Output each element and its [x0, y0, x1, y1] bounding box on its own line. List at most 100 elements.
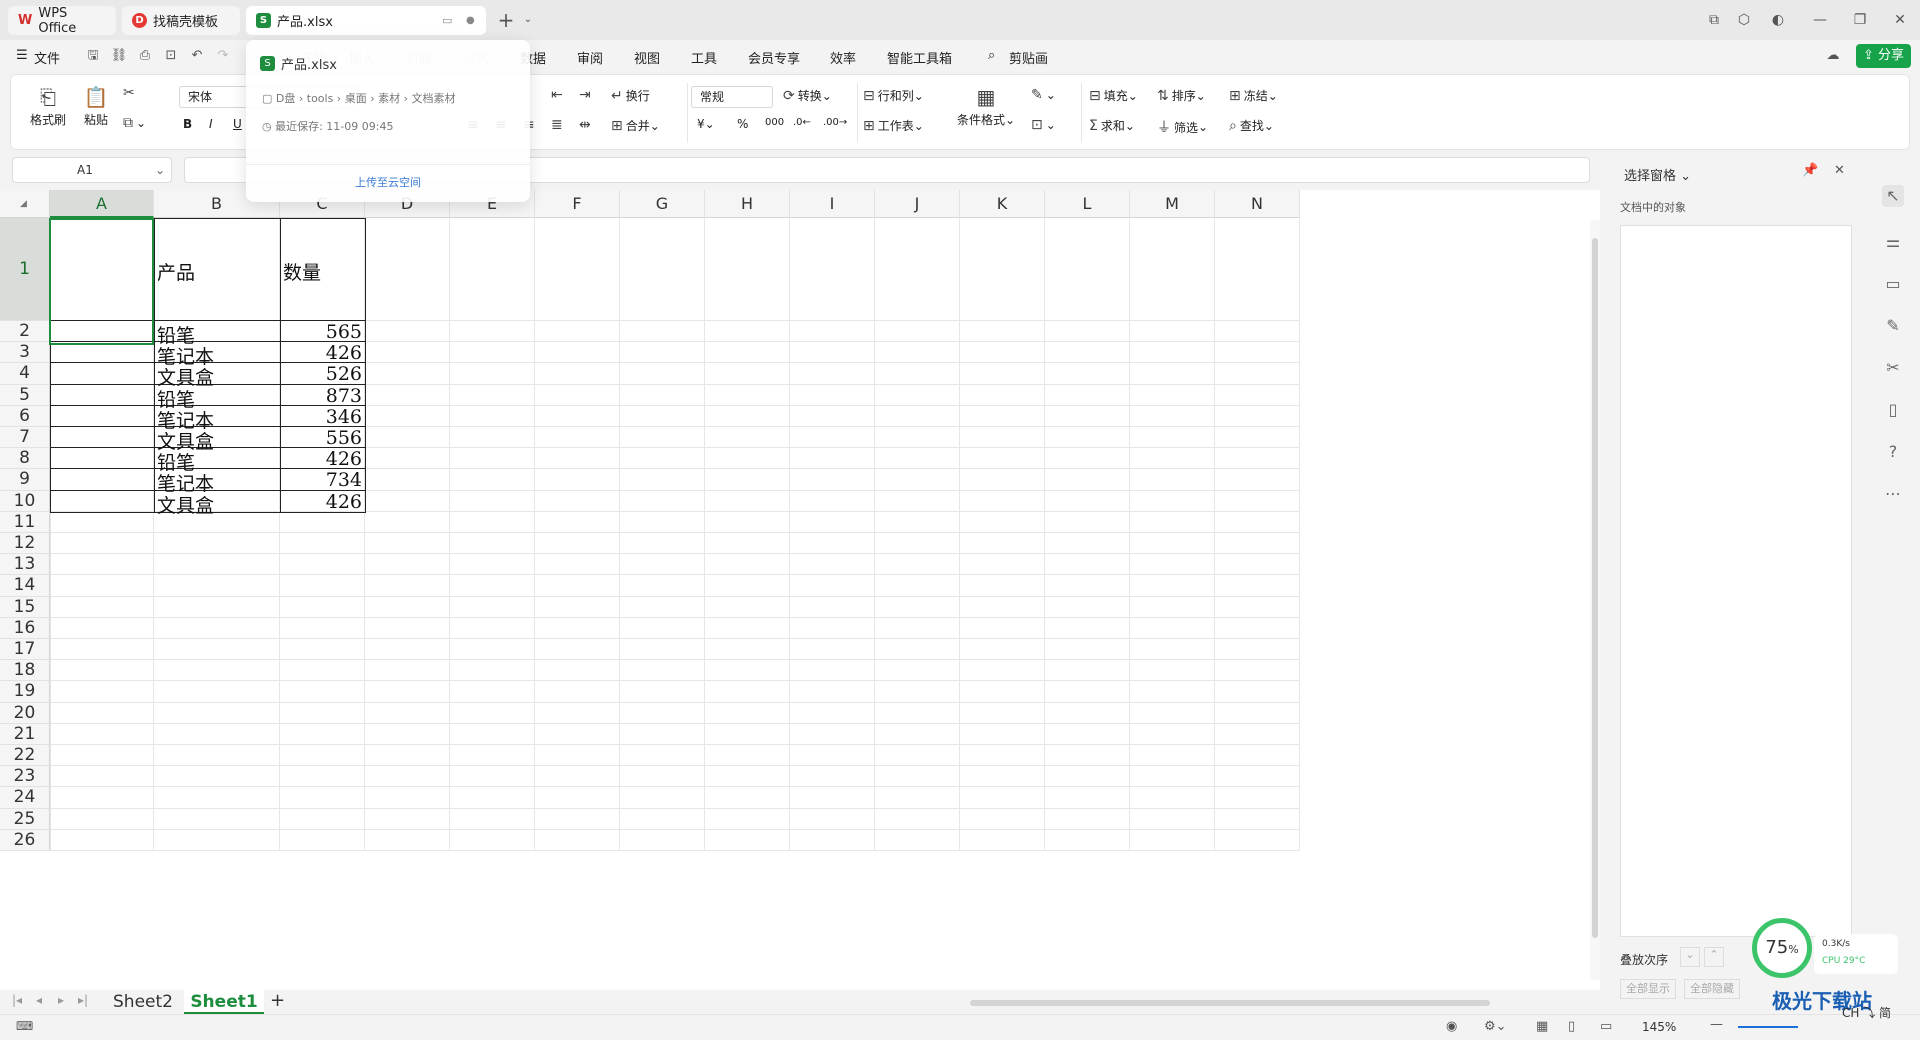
layout-icon[interactable]: ⧉: [1702, 9, 1726, 31]
row-header-8[interactable]: 8: [0, 448, 50, 470]
cell-header-quantity[interactable]: 数量: [283, 258, 362, 285]
sliders-icon[interactable]: ⚌: [1882, 231, 1904, 253]
print-icon[interactable]: ⎙: [136, 47, 154, 65]
row-header-1[interactable]: 1: [0, 218, 50, 321]
zoom-out-icon[interactable]: —: [1710, 1017, 1723, 1032]
conditional-format-button[interactable]: ▦ 条件格式⌄: [955, 83, 1017, 128]
column-header-K[interactable]: K: [960, 190, 1045, 218]
vertical-scrollbar[interactable]: [1590, 220, 1600, 980]
select-arrow-icon[interactable]: ↖: [1882, 185, 1904, 207]
underline-button[interactable]: U: [233, 117, 242, 131]
freeze-button[interactable]: ⊞ 冻结 ⌄: [1229, 87, 1278, 104]
decimal-increase-icon[interactable]: .0←: [793, 117, 811, 128]
row-header-21[interactable]: 21: [0, 723, 50, 745]
minimize-icon[interactable]: —: [1808, 9, 1832, 31]
cell-header-product[interactable]: 产品: [157, 258, 277, 285]
paste-button[interactable]: 📋 粘贴: [77, 83, 115, 128]
redo-icon[interactable]: ↷: [214, 47, 232, 65]
column-header-A[interactable]: A: [50, 190, 154, 218]
cell-quantity[interactable]: 426: [283, 448, 362, 470]
cell-quantity[interactable]: 426: [283, 491, 362, 513]
active-cell-A1[interactable]: [49, 218, 154, 345]
row-header-7[interactable]: 7: [0, 427, 50, 449]
row-header-19[interactable]: 19: [0, 681, 50, 703]
row-header-20[interactable]: 20: [0, 702, 50, 724]
percent-button[interactable]: %: [737, 117, 748, 131]
menu-efficiency[interactable]: 效率: [830, 48, 856, 67]
cpu-gauge[interactable]: 75%: [1752, 918, 1812, 978]
avatar[interactable]: ◐: [1766, 9, 1790, 31]
upload-cloud-link[interactable]: 上传至云空间: [246, 174, 530, 190]
normal-view-icon[interactable]: ▦: [1536, 1019, 1548, 1034]
tools-icon[interactable]: ✂: [1882, 357, 1904, 379]
column-header-I[interactable]: I: [790, 190, 875, 218]
page-break-icon[interactable]: ▭: [1600, 1019, 1612, 1034]
row-header-11[interactable]: 11: [0, 511, 50, 533]
menu-review[interactable]: 审阅: [577, 48, 603, 67]
cell-quantity[interactable]: 526: [283, 363, 362, 385]
row-header-18[interactable]: 18: [0, 660, 50, 682]
row-header-17[interactable]: 17: [0, 639, 50, 661]
copy-icon[interactable]: ⧉ ⌄: [123, 115, 146, 131]
objects-list[interactable]: [1620, 225, 1852, 937]
menu-tools[interactable]: 工具: [691, 48, 717, 67]
print-preview-icon[interactable]: ⊡: [162, 47, 180, 65]
chevron-down-icon[interactable]: ⌄: [516, 9, 540, 31]
italic-button[interactable]: I: [209, 117, 213, 131]
currency-button[interactable]: ¥ ⌄: [697, 117, 715, 131]
cell-quantity[interactable]: 426: [283, 342, 362, 364]
column-header-H[interactable]: H: [705, 190, 790, 218]
undo-icon[interactable]: ↶: [188, 47, 206, 65]
horizontal-scrollbar[interactable]: [970, 1000, 1490, 1006]
convert-button[interactable]: ⟳ 转换 ⌄: [783, 87, 832, 104]
column-header-F[interactable]: F: [535, 190, 620, 218]
menu-member[interactable]: 会员专享: [748, 48, 800, 67]
name-box[interactable]: A1 ⌄: [12, 157, 172, 183]
unsaved-dot-icon[interactable]: ●: [466, 15, 475, 26]
tab-product-xlsx[interactable]: S 产品.xlsx ▭ ●: [246, 6, 486, 35]
select-all-corner[interactable]: ◢: [0, 190, 50, 218]
filter-button[interactable]: ⏚ 筛选 ⌄: [1157, 117, 1208, 137]
zoom-level[interactable]: 145%: [1642, 1020, 1676, 1034]
page-view-icon[interactable]: ▯: [1568, 1019, 1575, 1034]
last-sheet-icon[interactable]: ▸|: [78, 993, 88, 1007]
move-down-icon[interactable]: ⌄: [1680, 947, 1700, 967]
eye-icon[interactable]: ◉: [1446, 1019, 1457, 1034]
column-header-J[interactable]: J: [875, 190, 960, 218]
close-icon[interactable]: ✕: [1888, 9, 1912, 31]
row-header-9[interactable]: 9: [0, 469, 50, 491]
merge-button[interactable]: ⊞ 合并 ⌄: [611, 117, 660, 134]
tab-template[interactable]: D 找稿壳模板: [122, 6, 240, 35]
sheet-tab-sheet2[interactable]: Sheet2: [104, 990, 182, 1014]
prev-sheet-icon[interactable]: ◂: [36, 993, 42, 1007]
thousands-icon[interactable]: 000: [765, 117, 784, 128]
scissors-icon[interactable]: ✂: [123, 85, 138, 101]
bold-button[interactable]: B: [183, 117, 192, 131]
move-up-icon[interactable]: ⌃: [1704, 947, 1724, 967]
link-icon[interactable]: ⛓: [110, 47, 128, 65]
cell-style-icon[interactable]: ✎ ⌄: [1031, 87, 1056, 103]
justify-icon[interactable]: ≣: [551, 117, 566, 133]
column-header-M[interactable]: M: [1130, 190, 1215, 218]
comment-icon[interactable]: ▭: [1882, 273, 1904, 295]
row-header-26[interactable]: 26: [0, 829, 50, 851]
save-icon[interactable]: 🖫: [84, 47, 102, 65]
tab-wps-office[interactable]: W WPS Office: [8, 6, 116, 36]
border-icon[interactable]: ⊡ ⌄: [1031, 117, 1056, 133]
indent-increase-icon[interactable]: ⇥: [579, 87, 594, 103]
cell-product[interactable]: 文具盒: [157, 491, 277, 518]
sort-button[interactable]: ⇅ 排序 ⌄: [1157, 87, 1206, 104]
spreadsheet-grid[interactable]: ◢ ABCDEFGHIJKLMN 1 2 3 4 5 6 7 8 9 10 11 12 13 14 15 16…: [0, 190, 1600, 990]
cell-quantity[interactable]: 873: [283, 385, 362, 407]
row-header-14[interactable]: 14: [0, 575, 50, 597]
column-header-N[interactable]: N: [1215, 190, 1300, 218]
restore-icon[interactable]: ❐: [1848, 9, 1872, 31]
search-clipart[interactable]: 剪贴画: [1009, 48, 1048, 67]
monitor-icon[interactable]: ▭: [442, 14, 452, 27]
ime-indicator[interactable]: CH ⤵ 简: [1842, 1004, 1891, 1021]
row-header-13[interactable]: 13: [0, 554, 50, 576]
scroll-thumb[interactable]: [1592, 238, 1598, 938]
indent-decrease-icon[interactable]: ⇤: [551, 87, 566, 103]
rows-cols-button[interactable]: ⊟ 行和列 ⌄: [863, 87, 924, 104]
search-icon[interactable]: ⌕: [988, 48, 995, 63]
